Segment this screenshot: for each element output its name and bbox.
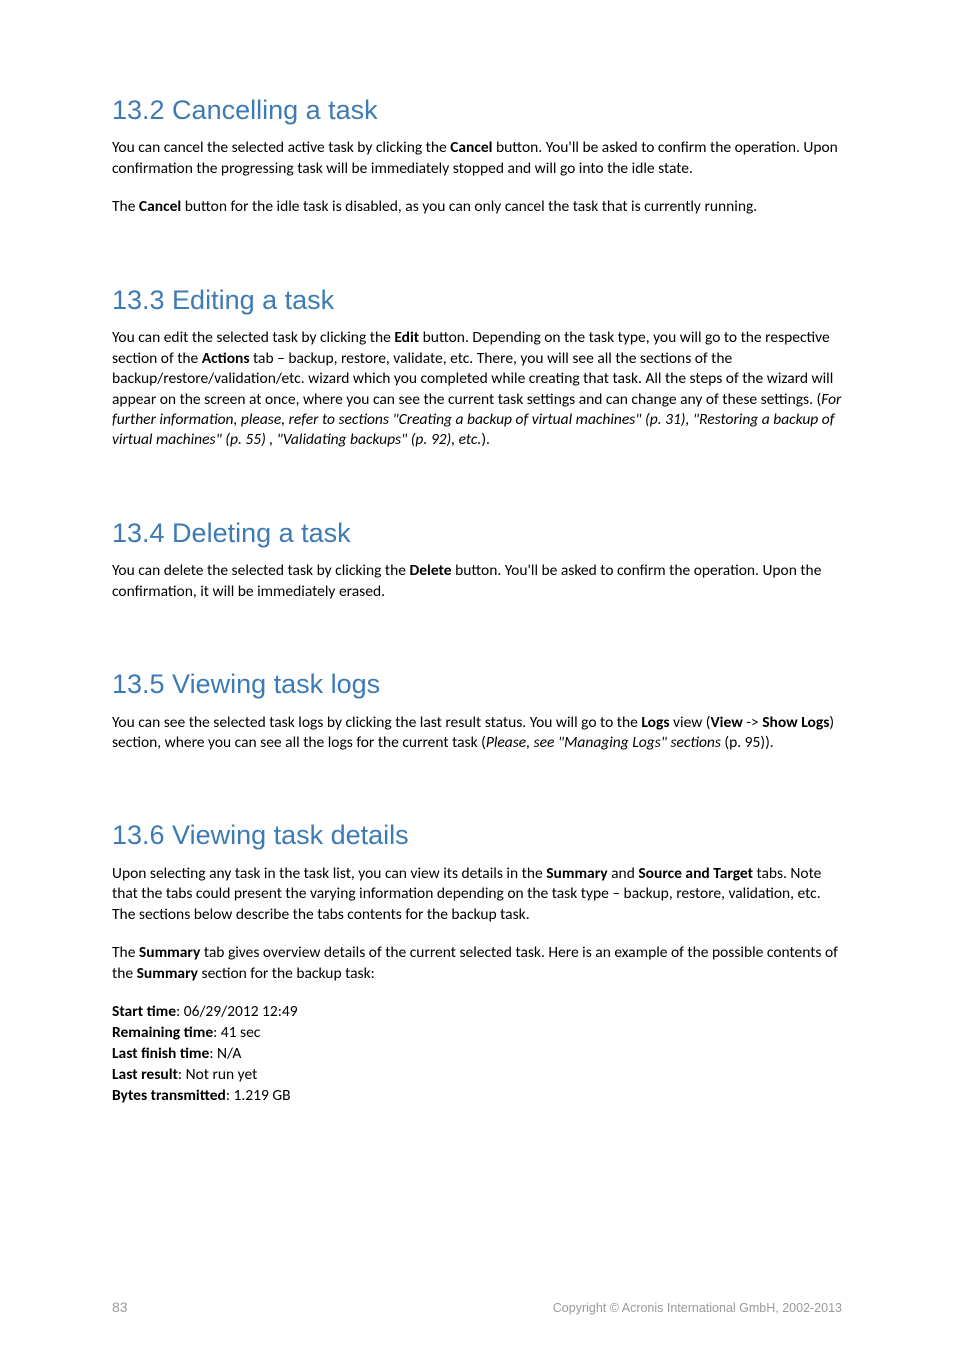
text: button for the idle task is disabled, as… (181, 197, 757, 216)
text: The (112, 943, 139, 962)
bold-text: View (711, 713, 743, 732)
heading-13-3: 13.3 Editing a task (112, 284, 842, 316)
heading-13-6: 13.6 Viewing task details (112, 819, 842, 851)
text: Upon selecting any task in the task list… (112, 864, 546, 883)
text: section for the backup task: (198, 964, 375, 983)
paragraph: The Summary tab gives overview details o… (112, 943, 842, 984)
detail-label: Remaining time (112, 1023, 213, 1042)
detail-row-last-finish-time: Last finish time: N/A (112, 1044, 842, 1065)
bold-text: Summary (137, 964, 198, 983)
text: ). (481, 430, 490, 449)
text: and (608, 864, 639, 883)
paragraph: You can see the selected task logs by cl… (112, 713, 842, 754)
detail-label: Last finish time (112, 1044, 209, 1063)
detail-row-start-time: Start time: 06/29/2012 12:49 (112, 1002, 842, 1023)
bold-text: Source and Target (638, 864, 753, 883)
detail-value: : 06/29/2012 12:49 (176, 1002, 298, 1021)
text: You can cancel the selected active task … (112, 138, 450, 157)
detail-label: Bytes transmitted (112, 1086, 226, 1105)
bold-text: Logs (641, 713, 669, 732)
page-number: 83 (112, 1299, 128, 1315)
detail-value: : N/A (209, 1044, 241, 1063)
text: You can edit the selected task by clicki… (112, 328, 394, 347)
summary-details: Start time: 06/29/2012 12:49 Remaining t… (112, 1002, 842, 1107)
paragraph: You can cancel the selected active task … (112, 138, 842, 179)
paragraph: The Cancel button for the idle task is d… (112, 197, 842, 217)
bold-text: Edit (394, 328, 419, 347)
page-content: 13.2 Cancelling a task You can cancel th… (0, 0, 954, 1107)
bold-text: Delete (409, 561, 451, 580)
bold-text: Cancel (139, 197, 181, 216)
italic-text: Please, see "Managing Logs" sections (486, 733, 721, 752)
bold-text: Actions (202, 349, 250, 368)
text: -> (743, 713, 762, 732)
detail-value: : Not run yet (178, 1065, 257, 1084)
heading-13-2: 13.2 Cancelling a task (112, 94, 842, 126)
detail-value: : 1.219 GB (226, 1086, 291, 1105)
text: view ( (670, 713, 711, 732)
bold-text: Cancel (450, 138, 492, 157)
paragraph: Upon selecting any task in the task list… (112, 864, 842, 925)
paragraph: You can edit the selected task by clicki… (112, 328, 842, 451)
detail-row-remaining-time: Remaining time: 41 sec (112, 1023, 842, 1044)
text: The (112, 197, 139, 216)
detail-row-last-result: Last result: Not run yet (112, 1065, 842, 1086)
bold-text: Show Logs (762, 713, 829, 732)
detail-value: : 41 sec (213, 1023, 260, 1042)
heading-13-4: 13.4 Deleting a task (112, 517, 842, 549)
text: (p. 95)). (721, 733, 774, 752)
paragraph: You can delete the selected task by clic… (112, 561, 842, 602)
text: You can see the selected task logs by cl… (112, 713, 641, 732)
heading-13-5: 13.5 Viewing task logs (112, 668, 842, 700)
detail-row-bytes-transmitted: Bytes transmitted: 1.219 GB (112, 1086, 842, 1107)
page-footer: 83 Copyright © Acronis International Gmb… (112, 1299, 842, 1315)
bold-text: Summary (546, 864, 607, 883)
detail-label: Start time (112, 1002, 176, 1021)
text: You can delete the selected task by clic… (112, 561, 409, 580)
detail-label: Last result (112, 1065, 178, 1084)
bold-text: Summary (139, 943, 200, 962)
copyright-text: Copyright © Acronis International GmbH, … (553, 1301, 842, 1315)
